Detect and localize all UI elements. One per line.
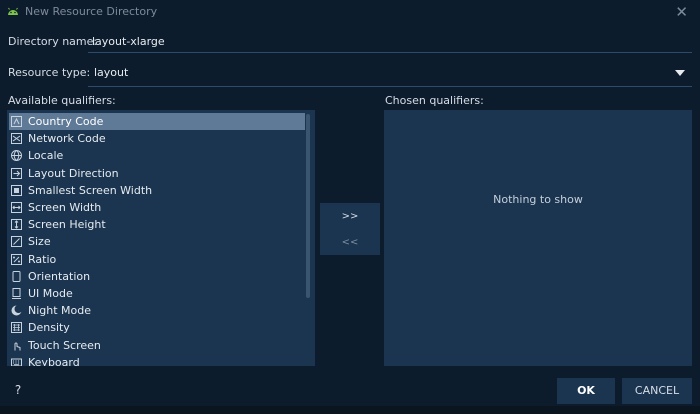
directory-name-underline — [88, 52, 692, 53]
add-qualifier-button[interactable]: >> — [320, 211, 380, 222]
qualifier-item[interactable]: Density — [9, 319, 305, 336]
qualifier-item[interactable]: Ratio — [9, 251, 305, 268]
window-title: New Resource Directory — [25, 5, 158, 18]
keyboard-icon — [11, 358, 22, 366]
qualifier-item-label: Locale — [28, 149, 64, 163]
resource-type-select[interactable]: layout — [94, 66, 128, 79]
qualifier-item-label: UI Mode — [28, 287, 73, 300]
qualifier-item-label: Screen Height — [28, 218, 106, 232]
qualifier-item[interactable]: UI Mode — [9, 285, 305, 302]
touch-screen-icon — [14, 342, 21, 351]
screen-height-icon — [11, 219, 22, 231]
qualifier-item[interactable]: Screen Width — [9, 199, 305, 216]
chosen-qualifiers-list[interactable]: Nothing to show — [384, 110, 692, 366]
ui-mode-icon — [12, 288, 21, 299]
density-icon — [11, 322, 22, 334]
title-bar: New Resource Directory ✕ — [0, 0, 700, 24]
qualifier-item-label: Country Code — [28, 115, 104, 128]
qualifier-item[interactable]: Locale — [9, 147, 305, 164]
android-studio-icon — [8, 7, 18, 15]
move-buttons-panel: >> << — [320, 203, 380, 255]
resource-type-label: Resource type: — [8, 66, 91, 79]
qualifier-item-label: Smallest Screen Width — [28, 183, 153, 197]
directory-name-label: Directory name: — [8, 35, 98, 48]
ratio-icon — [11, 253, 22, 265]
qualifier-item[interactable]: Night Mode — [9, 302, 305, 319]
network-code-icon — [11, 133, 22, 145]
layout-direction-icon — [11, 167, 22, 179]
qualifier-item-label: Keyboard — [28, 355, 80, 366]
qualifier-item[interactable]: Country Code — [9, 113, 305, 130]
ok-button[interactable]: OK — [557, 378, 615, 404]
night-mode-icon — [11, 305, 22, 316]
empty-message: Nothing to show — [493, 193, 583, 206]
available-qualifiers-label: Available qualifiers: — [8, 94, 116, 107]
qualifier-item[interactable]: Size — [9, 233, 305, 250]
bottom-edge — [0, 406, 700, 414]
qualifier-item[interactable]: Keyboard — [9, 354, 305, 366]
remove-qualifier-button[interactable]: << — [320, 237, 380, 248]
country-code-icon — [11, 116, 22, 127]
cancel-button[interactable]: CANCEL — [622, 378, 692, 404]
close-icon[interactable]: ✕ — [675, 3, 688, 21]
orientation-icon — [12, 270, 21, 282]
qualifier-item[interactable]: Touch Screen — [9, 337, 305, 354]
qualifier-item-label: Orientation — [28, 269, 91, 283]
qualifier-item-label: Size — [28, 235, 51, 249]
qualifier-item-label: Density — [28, 321, 70, 335]
qualifier-item[interactable]: Screen Height — [9, 216, 305, 233]
chosen-qualifiers-label: Chosen qualifiers: — [385, 94, 484, 107]
qualifier-item-label: Layout Direction — [28, 166, 119, 180]
help-icon[interactable]: ? — [11, 383, 25, 397]
screen-width-icon — [11, 202, 22, 213]
qualifier-item[interactable]: Orientation — [9, 268, 305, 285]
globe-icon — [11, 150, 22, 162]
qualifier-item-label: Night Mode — [28, 304, 92, 318]
qualifier-item[interactable]: Smallest Screen Width — [9, 182, 305, 199]
available-qualifiers-list[interactable]: Country Code Network Code Locale Layout Dir… — [7, 110, 315, 366]
qualifier-item-label: Ratio — [28, 252, 57, 266]
directory-name-input[interactable]: layout-xlarge — [92, 35, 165, 48]
smallest-width-icon — [11, 184, 22, 196]
qualifier-item-label: Screen Width — [28, 201, 102, 214]
qualifier-item-label: Touch Screen — [28, 338, 101, 352]
resource-type-underline — [88, 86, 692, 87]
chevron-down-icon[interactable] — [675, 70, 685, 76]
qualifier-item-label: Network Code — [28, 132, 106, 146]
list-scrollbar[interactable] — [306, 114, 310, 298]
qualifier-item[interactable]: Network Code — [9, 130, 305, 147]
size-icon — [11, 236, 22, 248]
qualifier-item[interactable]: Layout Direction — [9, 165, 305, 182]
